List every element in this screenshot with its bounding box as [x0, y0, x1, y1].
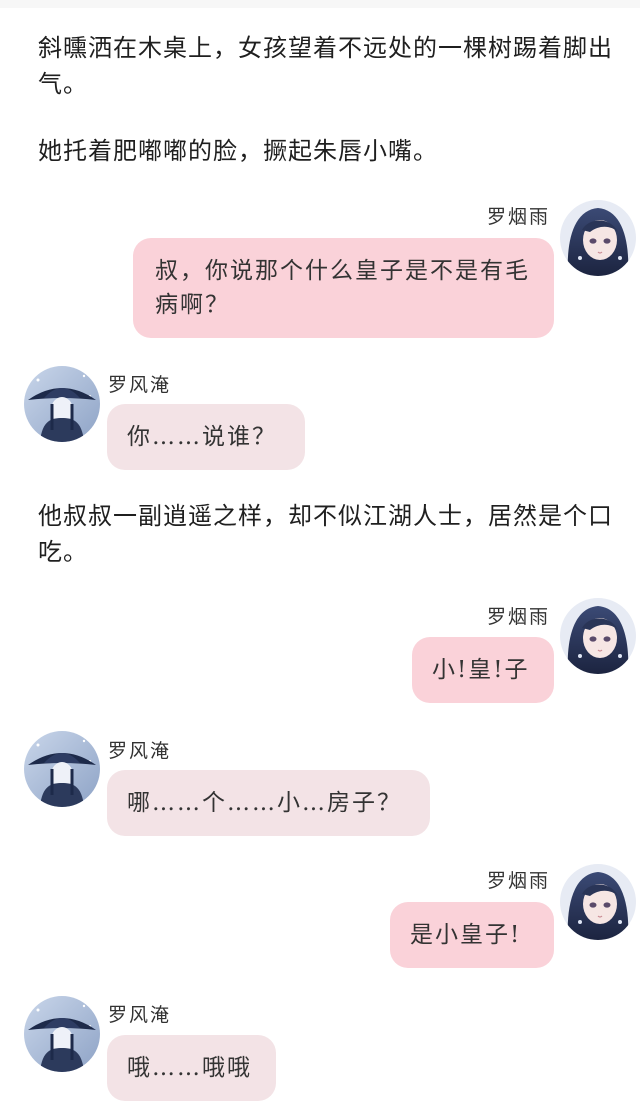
chat-bubble-self[interactable]: 是小皇子!	[390, 902, 554, 968]
chat-bubble-self[interactable]: 叔，你说那个什么皇子是不是有毛病啊？	[133, 238, 554, 338]
hatted-figure-avatar-icon[interactable]	[24, 731, 100, 807]
narration-paragraph: 她托着肥嘟嘟的脸，撅起朱唇小嘴。	[38, 137, 438, 165]
chat-bubble-self[interactable]: 小!皇!子	[412, 637, 554, 703]
girl-portrait-avatar-icon[interactable]	[560, 200, 636, 276]
sender-name: 罗烟雨	[486, 606, 550, 628]
narration-paragraph: 他叔叔一副逍遥之样，却不似江湖人士，居然是个口吃。	[38, 502, 613, 566]
hatted-figure-avatar-icon[interactable]	[24, 996, 100, 1072]
top-divider	[0, 0, 640, 8]
hatted-figure-avatar-icon[interactable]	[24, 366, 100, 442]
sender-name: 罗烟雨	[486, 206, 550, 228]
chat-bubble-other[interactable]: 你……说谁？	[107, 404, 305, 470]
chat-bubble-other[interactable]: 哪……个……小…房子？	[107, 770, 430, 836]
sender-name: 罗风淹	[108, 740, 172, 762]
narration-paragraph: 斜曛洒在木桌上，女孩望着不远处的一棵树踢着脚出气。	[38, 34, 613, 98]
girl-portrait-avatar-icon[interactable]	[560, 598, 636, 674]
chat-bubble-other[interactable]: 哦……哦哦	[107, 1035, 276, 1101]
girl-portrait-avatar-icon[interactable]	[560, 864, 636, 940]
sender-name: 罗风淹	[108, 1004, 172, 1026]
sender-name: 罗烟雨	[486, 870, 550, 892]
sender-name: 罗风淹	[108, 374, 172, 396]
